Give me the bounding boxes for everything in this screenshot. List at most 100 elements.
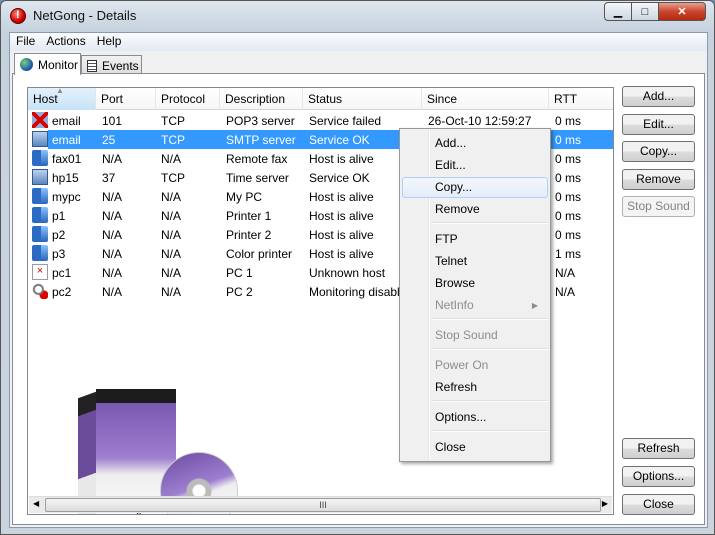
minimize-button[interactable]: ▁ [604,2,632,21]
scroll-thumb[interactable]: III [45,498,601,512]
cell-status: Service failed [309,114,382,128]
cell-port: N/A [102,190,123,204]
refresh-button[interactable]: Refresh [622,438,695,459]
menu-item-label: Edit... [435,158,466,172]
context-menu-item-refresh[interactable]: Refresh [402,377,548,398]
context-menu-item-telnet[interactable]: Telnet [402,251,548,272]
context-menu-item-close[interactable]: Close [402,437,548,458]
maximize-button[interactable]: □ [631,2,659,21]
context-menu-item-remove[interactable]: Remove [402,199,548,220]
column-port[interactable]: Port [96,88,156,110]
cell-rtt: 0 ms [555,228,582,242]
add-button[interactable]: Add... [622,86,695,107]
cell-since: 26-Oct-10 12:59:27 [428,114,532,128]
cell-port: N/A [102,266,123,280]
scroll-right-icon[interactable]: ▶ [602,499,608,508]
options-button[interactable]: Options... [622,466,695,487]
cell-protocol: TCP [161,171,185,185]
cell-protocol: N/A [161,285,182,299]
cell-rtt: 0 ms [555,133,582,147]
menu-item-label: Remove [435,202,480,216]
column-status[interactable]: Status [303,88,422,110]
cell-host: hp15 [52,171,79,185]
cell-description: SMTP server [226,133,296,147]
app-window: NetGong - Details ▁ □ ✕ File Actions Hel… [0,0,715,535]
cell-description: Printer 2 [226,228,272,242]
cell-status: Service OK [309,171,370,185]
cell-status: Service OK [309,133,370,147]
context-menu-item-netinfo[interactable]: NetInfo ▶ [402,295,548,316]
cell-protocol: N/A [161,209,182,223]
close-window-button[interactable]: ✕ [658,2,706,21]
menu-separator [431,430,548,432]
scroll-left-icon[interactable]: ◀ [33,499,39,508]
tab-monitor[interactable]: Monitor [14,53,81,75]
app-icon [10,8,26,24]
column-rtt[interactable]: RTT [549,88,613,110]
context-menu-item-edit[interactable]: Edit... [402,155,548,176]
cell-description: POP3 server [226,114,295,128]
menu-separator [431,222,548,224]
context-menu-item-stop-sound[interactable]: Stop Sound [402,325,548,346]
service-host-icon [32,131,48,147]
cell-protocol: TCP [161,133,185,147]
cell-description: Remote fax [226,152,288,166]
column-description[interactable]: Description [220,88,303,110]
column-host[interactable]: Host ▲ [28,88,96,110]
menu-actions[interactable]: Actions [40,33,90,51]
context-menu-item-power-on[interactable]: Power On [402,355,548,376]
close-button[interactable]: Close [622,494,695,515]
cell-status: Host is alive [309,247,374,261]
menu-item-label: Copy... [435,180,473,194]
monitor-panel: Host ▲ Port Protocol Description Status S… [12,73,705,525]
tab-monitor-label: Monitor [38,57,79,72]
cell-protocol: N/A [161,228,182,242]
cell-description: PC 2 [226,285,253,299]
menu-help[interactable]: Help [91,33,127,51]
context-menu-item-options[interactable]: Options... [402,407,548,428]
edit-button[interactable]: Edit... [622,114,695,135]
tab-events[interactable]: Events [81,55,142,75]
globe-icon [20,58,33,71]
cell-port: N/A [102,209,123,223]
tab-events-label: Events [102,58,139,73]
column-protocol[interactable]: Protocol [156,88,220,110]
cell-description: Printer 1 [226,209,272,223]
menu-item-label: Stop Sound [435,328,498,342]
menu-separator [431,348,548,350]
menu-item-label: Refresh [435,380,478,394]
cell-status: Host is alive [309,209,374,223]
cell-status: Unknown host [309,266,386,280]
cell-status: Host is alive [309,228,374,242]
cell-host: pc2 [52,285,72,299]
host-host-icon [32,188,48,204]
context-menu-item-ftp[interactable]: FTP [402,229,548,250]
cell-host: fax01 [52,152,82,166]
context-menu-item-copy[interactable]: Copy... [402,177,548,198]
context-menu-item-browse[interactable]: Browse [402,273,548,294]
cell-port: N/A [102,228,123,242]
cell-host: p2 [52,228,66,242]
menu-file[interactable]: File [10,33,40,51]
remove-button[interactable]: Remove [622,169,695,190]
cell-port: 37 [102,171,116,185]
column-since[interactable]: Since [422,88,549,110]
cell-port: N/A [102,247,123,261]
stop-sound-button[interactable]: Stop Sound [622,196,695,217]
cell-status: Monitoring disabled [309,285,414,299]
cell-protocol: N/A [161,247,182,261]
menu-item-label: Telnet [435,254,468,268]
client-area: File Actions Help Monitor Events Host ▲ P… [9,32,708,528]
cell-protocol: TCP [161,114,185,128]
copy-button[interactable]: Copy... [622,141,695,162]
context-menu-item-add[interactable]: Add... [402,133,548,154]
context-menu: Add... Edit... Copy... Remove FTP Telnet Brows… [399,128,551,462]
host-host-icon [32,207,48,223]
menu-separator [431,318,548,320]
cell-host: email [52,114,81,128]
cell-rtt: N/A [555,266,576,280]
horizontal-scrollbar[interactable]: ◀ III ▶ [29,496,612,513]
cell-rtt: 0 ms [555,209,582,223]
menu-item-label: Browse [435,276,476,290]
cell-port: 25 [102,133,116,147]
